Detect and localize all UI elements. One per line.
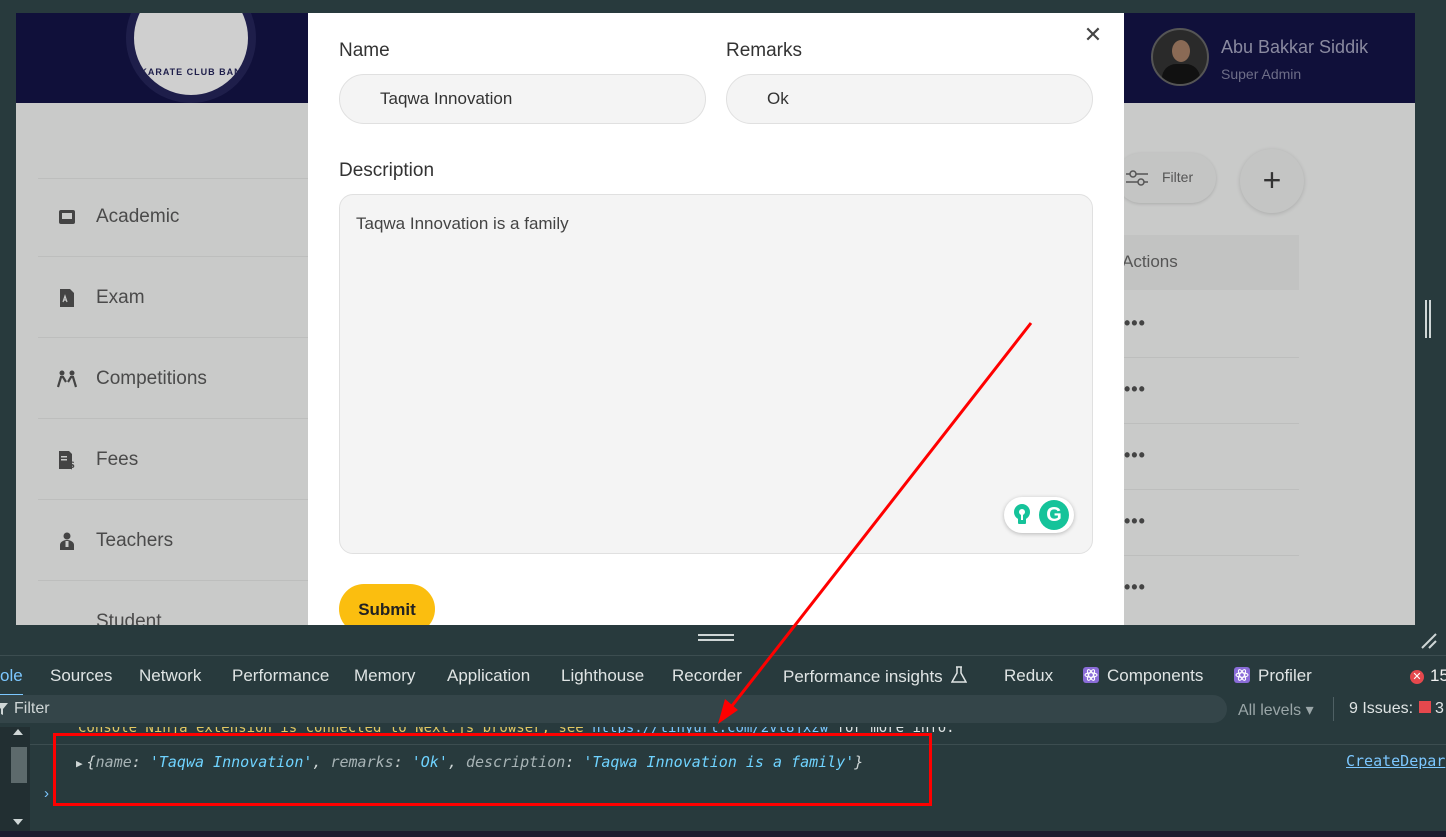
log-levels-dropdown[interactable]: All levels ▾ [1238, 700, 1314, 720]
issues-label: 9 Issues: [1349, 700, 1414, 717]
console-filter-input[interactable]: Filter [0, 695, 1227, 723]
react-icon [1083, 667, 1099, 683]
devtools-divider[interactable] [0, 625, 1446, 655]
fees-icon: $ [56, 449, 78, 471]
table-row-divider [1104, 489, 1299, 490]
sidebar-item-label: Competitions [96, 368, 207, 389]
console-filter-placeholder: Filter [14, 700, 50, 717]
scroll-thumb[interactable] [11, 747, 27, 783]
user-name: Abu Bakkar Siddik [1221, 37, 1369, 57]
tab-components[interactable]: Components [1083, 666, 1203, 686]
source-file-link[interactable]: CreateDepar [1346, 752, 1445, 770]
issue-flag-icon [1419, 701, 1432, 713]
toolbar-divider [1333, 697, 1334, 721]
tab-network[interactable]: Network [139, 666, 201, 686]
actions-column-header: Actions [1122, 252, 1178, 271]
console-scrollbar[interactable] [0, 727, 30, 837]
issues-count: 3 [1435, 700, 1444, 717]
flask-icon [951, 666, 968, 683]
react-icon [1234, 667, 1250, 683]
tab-label: Profiler [1258, 666, 1312, 685]
exam-icon [56, 287, 78, 309]
filter-label: Filter [1162, 169, 1194, 185]
sidebar-item-competitions[interactable]: Competitions [38, 340, 338, 419]
grammarly-widget[interactable]: G [1004, 497, 1074, 533]
taskbar-edge [0, 831, 1446, 837]
sliders-icon [1126, 170, 1148, 186]
create-department-modal: ✕ Name Taqwa Innovation Remarks Ok Descr… [308, 13, 1124, 625]
avatar[interactable] [1151, 28, 1209, 86]
tab-sources[interactable]: Sources [50, 666, 112, 686]
row-menu-icon[interactable]: ••• [1124, 379, 1146, 400]
table-row-divider [1104, 357, 1299, 358]
resize-icon[interactable] [1418, 631, 1438, 649]
error-icon: ✕ [1410, 670, 1424, 684]
devtools-tabbar: ole Sources Network Performance Memory A… [0, 655, 1446, 696]
sidebar-item-fees[interactable]: $ Fees [38, 421, 338, 500]
tab-label: Performance insights [783, 667, 943, 686]
table-row-divider [1104, 555, 1299, 556]
tab-application[interactable]: Application [447, 666, 530, 686]
console-toolbar: Filter All levels ▾ 9 Issues: 3 [0, 695, 1446, 727]
svg-text:$: $ [68, 460, 75, 470]
drag-handle-icon[interactable] [698, 634, 734, 644]
logo-text: KARATE CLUB BAN [140, 67, 242, 77]
competitions-icon [56, 368, 78, 390]
sidebar-item-label: Teachers [96, 530, 174, 551]
issues-counter[interactable]: 9 Issues: 3 [1349, 700, 1444, 718]
tab-performance[interactable]: Performance [232, 666, 329, 686]
submit-button[interactable]: Submit [339, 584, 435, 625]
description-label: Description [339, 160, 435, 181]
user-role: Super Admin [1221, 66, 1302, 82]
tab-performance-insights[interactable]: Performance insights [783, 666, 968, 687]
tab-lighthouse[interactable]: Lighthouse [561, 666, 644, 686]
table-header: Actions [1104, 235, 1299, 290]
row-menu-icon[interactable]: ••• [1124, 313, 1146, 334]
error-count: 15 [1430, 666, 1446, 685]
sidebar-item-label: Academic [96, 206, 180, 227]
sidebar-item-academic[interactable]: Academic [38, 178, 338, 257]
tab-label: Components [1107, 666, 1204, 685]
scroll-up-icon[interactable] [13, 729, 23, 735]
close-icon[interactable]: ✕ [1080, 23, 1106, 49]
sidebar-item-student[interactable]: Student [38, 583, 338, 625]
annotation-highlight-box [53, 733, 932, 806]
description-textarea[interactable]: Taqwa Innovation is a family G [339, 194, 1093, 554]
lightbulb-icon [1014, 504, 1030, 524]
sidebar-item-label: Student [96, 611, 162, 625]
grammarly-icon[interactable]: G [1039, 500, 1069, 530]
funnel-icon [0, 703, 8, 715]
filter-button[interactable]: Filter [1116, 153, 1216, 203]
sidebar: Academic Exam Competitions $ Fees Teache… [38, 103, 338, 625]
sidebar-item-teachers[interactable]: Teachers [38, 502, 338, 581]
academic-icon [56, 206, 78, 228]
tab-memory[interactable]: Memory [354, 666, 415, 686]
tab-redux[interactable]: Redux [1004, 666, 1053, 686]
console-prompt[interactable]: › [44, 785, 49, 802]
row-menu-icon[interactable]: ••• [1124, 577, 1146, 598]
row-menu-icon[interactable]: ••• [1124, 511, 1146, 532]
sidebar-item-label: Exam [96, 287, 145, 308]
scroll-down-icon[interactable] [13, 819, 23, 825]
add-button[interactable]: + [1240, 149, 1304, 213]
window-resize-grip[interactable] [1425, 300, 1433, 338]
tab-console[interactable]: ole [0, 666, 23, 696]
remarks-input[interactable]: Ok [726, 74, 1093, 124]
sidebar-item-label: Fees [96, 449, 139, 470]
club-logo: KARATE CLUB BAN [126, 13, 256, 103]
table-row-divider [1104, 423, 1299, 424]
name-label: Name [339, 40, 390, 61]
sidebar-item-exam[interactable]: Exam [38, 259, 338, 338]
row-menu-icon[interactable]: ••• [1124, 445, 1146, 466]
tab-recorder[interactable]: Recorder [672, 666, 742, 686]
tab-profiler[interactable]: Profiler [1234, 666, 1312, 686]
description-text: Taqwa Innovation is a family [356, 214, 569, 233]
remarks-label: Remarks [726, 40, 803, 61]
teachers-icon [56, 530, 78, 552]
error-count-badge[interactable]: ✕ 15 [1410, 666, 1446, 686]
name-input[interactable]: Taqwa Innovation [339, 74, 706, 124]
student-icon [56, 611, 78, 625]
